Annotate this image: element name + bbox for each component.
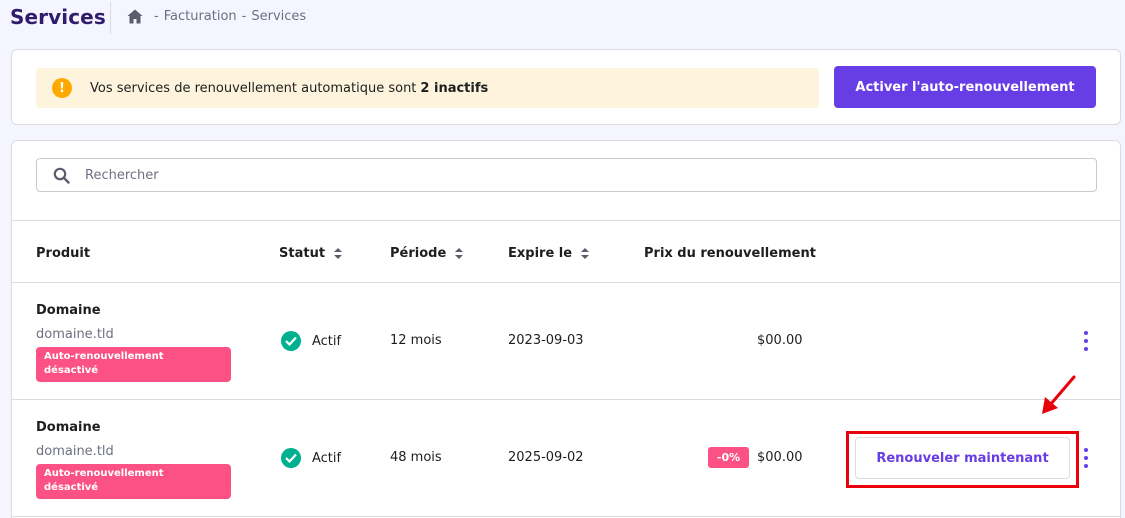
sort-icon[interactable]: [334, 248, 343, 259]
more-options-icon[interactable]: [1080, 331, 1092, 351]
annotation-arrow-icon: [1042, 375, 1076, 414]
column-header-expire[interactable]: Expire le: [508, 246, 590, 261]
header-divider: [110, 2, 111, 34]
product-domain[interactable]: domaine.tld: [36, 327, 114, 342]
period-value: 12 mois: [390, 333, 442, 348]
breadcrumb-separator: -: [154, 9, 159, 24]
enable-auto-renew-button[interactable]: Activer l'auto-renouvellement: [834, 66, 1096, 108]
search-icon: [53, 167, 70, 184]
column-header-prix: Prix du renouvellement: [644, 246, 816, 261]
auto-renew-warning: ! Vos services de renouvellement automat…: [36, 68, 819, 108]
breadcrumb: - Facturation - Services: [127, 9, 306, 24]
auto-renew-disabled-badge: Auto-renouvellement désactivé: [36, 347, 231, 382]
sort-icon[interactable]: [581, 248, 590, 259]
breadcrumb-separator: -: [241, 9, 247, 24]
page-title: Services: [10, 5, 106, 29]
auto-renew-disabled-badge: Auto-renouvellement désactivé: [36, 464, 231, 499]
product-name: Domaine: [36, 420, 101, 435]
divider: [12, 516, 1120, 517]
divider: [12, 282, 1120, 283]
period-value: 48 mois: [390, 450, 442, 465]
column-label: Statut: [279, 246, 326, 261]
column-header-statut[interactable]: Statut: [279, 246, 343, 261]
services-page: Services - Facturation - Services ! Vos …: [0, 0, 1125, 518]
warning-icon: !: [52, 78, 72, 98]
expiry-date: 2023-09-03: [508, 333, 584, 348]
status-badge: Actif: [281, 448, 341, 468]
column-header-produit: Produit: [36, 246, 90, 261]
more-options-icon[interactable]: [1080, 448, 1092, 468]
badge-line: Auto-renouvellement: [44, 351, 164, 362]
column-label: Prix du renouvellement: [644, 246, 816, 261]
badge-line: désactivé: [44, 482, 99, 493]
divider: [12, 220, 1120, 221]
renewal-price: $00.00: [757, 333, 803, 348]
badge-line: Auto-renouvellement: [44, 468, 164, 479]
notice-inactive-count: 2 inactifs: [420, 80, 489, 96]
badge-line: désactivé: [44, 365, 99, 376]
page-header: Services - Facturation - Services: [0, 0, 1125, 34]
services-table-card: Produit Statut Période Expire le Prix du…: [11, 140, 1121, 518]
product-name: Domaine: [36, 303, 101, 318]
status-text: Actif: [312, 333, 342, 349]
breadcrumb-services: Services: [251, 9, 307, 24]
column-label: Période: [390, 246, 447, 261]
auto-renew-notice-card: ! Vos services de renouvellement automat…: [11, 49, 1121, 125]
status-text: Actif: [312, 450, 342, 466]
renew-now-button[interactable]: Renouveler maintenant: [855, 437, 1070, 479]
column-label: Expire le: [508, 246, 573, 261]
search-input[interactable]: [85, 167, 985, 183]
check-circle-icon: [281, 448, 301, 468]
renewal-price: $00.00: [757, 450, 803, 465]
check-circle-icon: [281, 331, 301, 351]
discount-badge: -0%: [708, 447, 749, 468]
search-box[interactable]: [36, 158, 1097, 192]
status-badge: Actif: [281, 331, 341, 351]
home-icon[interactable]: [127, 9, 143, 24]
sort-icon[interactable]: [455, 248, 464, 259]
notice-text: Vos services de renouvellement automatiq…: [90, 80, 417, 96]
column-label: Produit: [36, 246, 91, 261]
expiry-date: 2025-09-02: [508, 450, 584, 465]
divider: [12, 399, 1120, 400]
column-header-periode[interactable]: Période: [390, 246, 464, 261]
product-domain[interactable]: domaine.tld: [36, 444, 114, 459]
breadcrumb-facturation[interactable]: Facturation: [164, 9, 237, 24]
